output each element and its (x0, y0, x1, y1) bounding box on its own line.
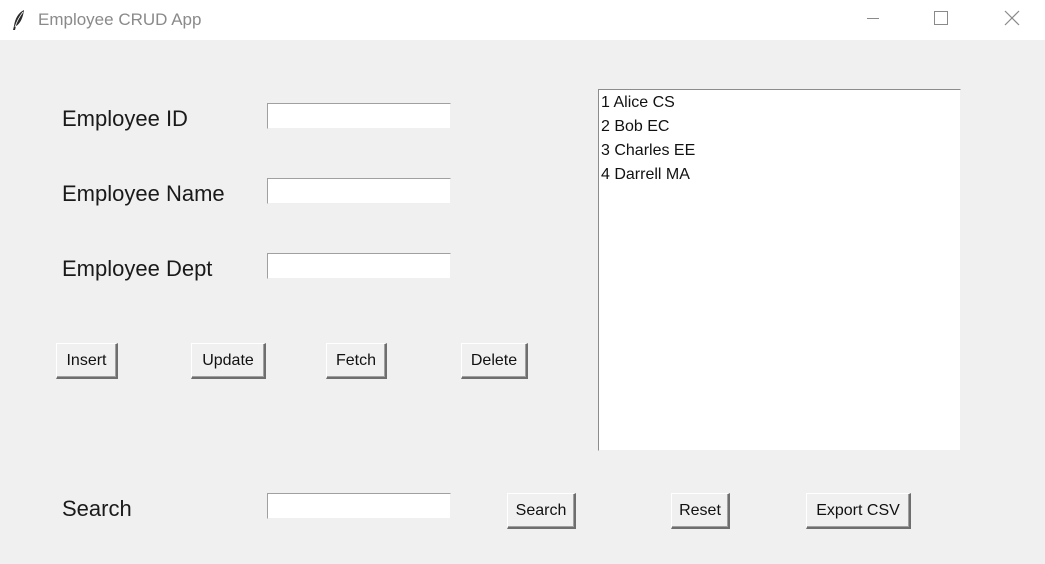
search-button[interactable]: Search (507, 493, 576, 529)
employee-name-label: Employee Name (62, 181, 225, 206)
fetch-button[interactable]: Fetch (326, 343, 387, 379)
employee-id-label: Employee ID (62, 106, 188, 131)
close-button[interactable] (989, 0, 1035, 40)
update-button[interactable]: Update (191, 343, 266, 379)
reset-button[interactable]: Reset (671, 493, 730, 529)
main-window: Employee ID Employee Name Employee Dept … (0, 40, 1045, 564)
employee-name-input[interactable] (267, 178, 451, 204)
window-title: Employee CRUD App (38, 10, 202, 29)
title-bar: Employee CRUD App (0, 0, 1045, 40)
maximize-icon (934, 10, 948, 30)
delete-button[interactable]: Delete (461, 343, 528, 379)
list-item[interactable]: 1 Alice CS (599, 91, 960, 115)
feather-icon (11, 9, 27, 31)
maximize-button[interactable] (918, 0, 964, 40)
list-item[interactable]: 2 Bob EC (599, 115, 960, 139)
export-csv-button[interactable]: Export CSV (806, 493, 911, 529)
employee-dept-input[interactable] (267, 253, 451, 279)
search-input[interactable] (267, 493, 451, 519)
list-item[interactable]: 4 Darrell MA (599, 163, 960, 187)
close-icon (1004, 10, 1020, 31)
employee-id-input[interactable] (267, 103, 451, 129)
minimize-icon (867, 11, 879, 29)
insert-button[interactable]: Insert (56, 343, 118, 379)
list-item[interactable]: 3 Charles EE (599, 139, 960, 163)
search-label: Search (62, 496, 132, 521)
employee-listbox[interactable]: 1 Alice CS 2 Bob EC 3 Charles EE 4 Darre… (598, 89, 961, 451)
minimize-button[interactable] (850, 0, 896, 40)
employee-dept-label: Employee Dept (62, 256, 213, 281)
